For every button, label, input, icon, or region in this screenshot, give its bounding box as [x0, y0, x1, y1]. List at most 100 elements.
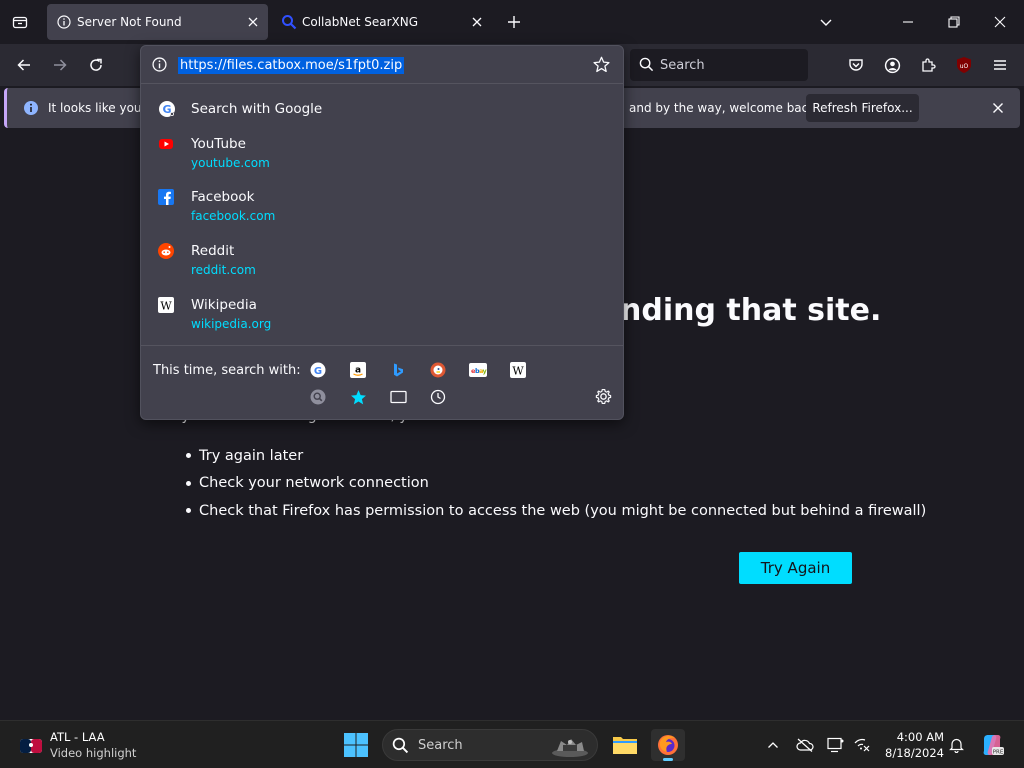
- svg-text:W: W: [160, 300, 172, 313]
- pocket-icon[interactable]: [845, 54, 867, 76]
- urlbar-dropdown: https://files.catbox.moe/s1fpt0.zip G Se…: [140, 45, 624, 420]
- suggestion-title: Search with Google: [191, 101, 323, 117]
- tab-label: Server Not Found: [77, 15, 182, 29]
- url-text[interactable]: https://files.catbox.moe/s1fpt0.zip: [178, 57, 405, 74]
- svg-text:y: y: [483, 367, 488, 375]
- cloud-offline-icon[interactable]: [795, 735, 815, 755]
- youtube-icon: [158, 136, 176, 154]
- history-clock-icon[interactable]: [429, 388, 447, 406]
- close-window-icon[interactable]: [990, 12, 1010, 32]
- tabs-icon[interactable]: [389, 388, 407, 406]
- extensions-icon[interactable]: [917, 54, 939, 76]
- info-icon: [56, 14, 72, 30]
- google-engine-icon[interactable]: G: [309, 361, 327, 379]
- site-info-icon[interactable]: [152, 57, 167, 76]
- windows-start-icon[interactable]: [343, 732, 369, 758]
- chevron-down-icon[interactable]: [816, 12, 836, 32]
- list-item: Check your network connection: [186, 470, 926, 498]
- reload-icon[interactable]: [85, 54, 107, 76]
- widget-title: ATL - LAA: [50, 730, 105, 744]
- widgets-button[interactable]: ATL - LAA Video highlight: [18, 729, 158, 763]
- new-tab-icon[interactable]: [504, 12, 524, 32]
- suggestion-wikipedia[interactable]: W Wikipedia wikipedia.org: [141, 291, 623, 337]
- suggestion-facebook[interactable]: Facebook facebook.com: [141, 183, 623, 229]
- bookmarks-star-icon[interactable]: [349, 388, 367, 406]
- close-icon[interactable]: [992, 99, 1004, 118]
- tab-collabnet-searxng[interactable]: CollabNet SearXNG: [272, 4, 492, 40]
- display-icon[interactable]: [826, 735, 846, 755]
- suggestion-youtube[interactable]: YouTube youtube.com: [141, 130, 623, 176]
- svg-text:uO: uO: [960, 63, 969, 70]
- list-all-tabs-icon[interactable]: [8, 10, 32, 34]
- notification-message-end: and by the way, welcome back!: [629, 101, 821, 115]
- close-tab-icon[interactable]: [244, 13, 262, 31]
- page-title: nding that site.: [620, 293, 882, 328]
- amazon-engine-icon[interactable]: a: [349, 361, 367, 379]
- ebay-engine-icon[interactable]: ebay: [469, 361, 487, 379]
- search-icon: [639, 57, 654, 76]
- facebook-icon: [158, 189, 176, 207]
- svg-text:PRE: PRE: [993, 749, 1004, 755]
- search-input[interactable]: Search: [630, 49, 808, 81]
- url-input[interactable]: https://files.catbox.moe/s1fpt0.zip: [141, 46, 623, 84]
- clock-date: 8/18/2024: [885, 746, 944, 760]
- hamburger-menu-icon[interactable]: [989, 54, 1011, 76]
- suggestion-search-google[interactable]: G Search with Google: [141, 92, 623, 124]
- suggestion-url: reddit.com: [191, 263, 256, 277]
- close-tab-icon[interactable]: [468, 13, 486, 31]
- mlb-logo-icon: [20, 738, 42, 753]
- suggestion-list: Try again later Check your network conne…: [186, 442, 926, 525]
- notification-bell-icon[interactable]: [946, 735, 966, 755]
- try-again-button[interactable]: Try Again: [739, 552, 852, 584]
- suggestion-url: wikipedia.org: [191, 317, 272, 331]
- suggestion-url: youtube.com: [191, 156, 270, 170]
- svg-text:a: a: [355, 366, 361, 376]
- suggestion-title: Facebook: [191, 189, 255, 205]
- suggestion-title: Reddit: [191, 243, 235, 259]
- tab-label: CollabNet SearXNG: [302, 15, 419, 29]
- account-icon[interactable]: [881, 54, 903, 76]
- windows-taskbar: ATL - LAA Video highlight Search 4:00 AM…: [0, 720, 1024, 768]
- info-icon: [23, 100, 39, 120]
- bookmark-star-icon[interactable]: [593, 56, 610, 77]
- svg-text:G: G: [314, 366, 322, 377]
- search-icon: [392, 737, 409, 758]
- searxng-icon: [281, 14, 297, 30]
- duckduckgo-engine-icon[interactable]: [429, 361, 447, 379]
- reddit-icon: [158, 243, 176, 261]
- list-item: Try again later: [186, 442, 926, 470]
- gear-icon[interactable]: [595, 388, 612, 409]
- taskbar-search-input[interactable]: Search: [382, 729, 598, 761]
- active-indicator: [663, 758, 673, 761]
- back-arrow-icon[interactable]: [13, 54, 35, 76]
- list-item: Check that Firefox has permission to acc…: [186, 497, 926, 525]
- search-highlight-art-icon: [549, 733, 591, 759]
- bing-engine-icon[interactable]: [389, 361, 407, 379]
- ublock-icon[interactable]: uO: [953, 54, 975, 76]
- one-off-search-label: This time, search with:: [153, 363, 301, 378]
- chevron-up-icon[interactable]: [763, 735, 783, 755]
- taskbar-clock[interactable]: 4:00 AM 8/18/2024: [872, 729, 944, 761]
- suggestion-title: Wikipedia: [191, 297, 257, 313]
- tab-strip: Server Not Found CollabNet SearXNG: [0, 0, 1024, 44]
- suggestion-reddit[interactable]: Reddit reddit.com: [141, 237, 623, 283]
- clock-time: 4:00 AM: [896, 730, 944, 744]
- file-explorer-icon[interactable]: [608, 729, 642, 761]
- forward-arrow-icon[interactable]: [49, 54, 71, 76]
- search-engines-icon[interactable]: [309, 388, 327, 406]
- svg-text:W: W: [512, 365, 524, 378]
- wikipedia-icon: W: [158, 297, 176, 315]
- search-placeholder: Search: [660, 58, 705, 73]
- widget-subtitle: Video highlight: [50, 746, 137, 760]
- wikipedia-engine-icon[interactable]: W: [509, 361, 527, 379]
- tab-server-not-found[interactable]: Server Not Found: [47, 4, 268, 40]
- suggestion-title: YouTube: [191, 136, 246, 152]
- copilot-icon[interactable]: PRE: [980, 733, 1004, 757]
- firefox-icon[interactable]: [651, 729, 685, 761]
- divider: [141, 345, 623, 346]
- refresh-firefox-button[interactable]: Refresh Firefox...: [806, 94, 919, 122]
- restore-icon[interactable]: [944, 12, 964, 32]
- network-icon[interactable]: [852, 735, 872, 755]
- google-icon: G: [158, 100, 176, 118]
- minimize-icon[interactable]: [898, 12, 918, 32]
